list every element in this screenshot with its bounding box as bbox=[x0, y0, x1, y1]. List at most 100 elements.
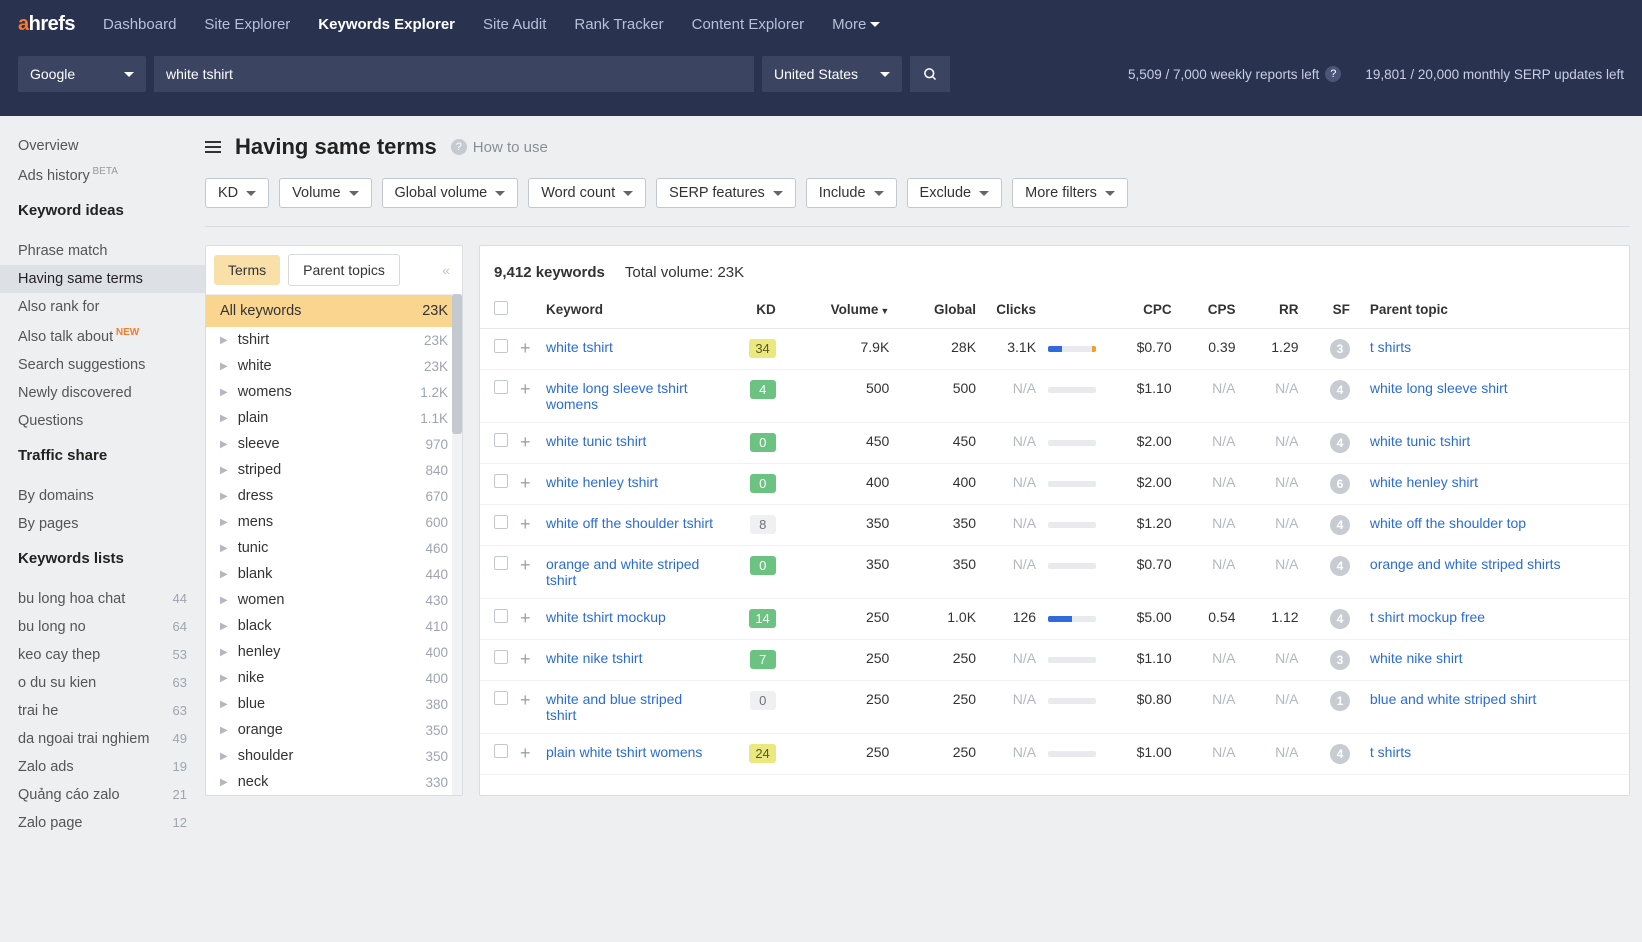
add-icon[interactable]: + bbox=[520, 649, 531, 669]
term-row[interactable]: ▶striped840 bbox=[206, 457, 462, 483]
add-icon[interactable]: + bbox=[520, 555, 531, 575]
filter-include[interactable]: Include bbox=[806, 178, 897, 208]
keyword-link[interactable]: white and blue striped tshirt bbox=[546, 691, 682, 723]
row-checkbox[interactable] bbox=[494, 691, 508, 705]
nav-rank-tracker[interactable]: Rank Tracker bbox=[574, 16, 663, 33]
term-row[interactable]: ▶nike400 bbox=[206, 665, 462, 691]
nav-more[interactable]: More bbox=[832, 16, 880, 33]
term-row[interactable]: ▶shoulder350 bbox=[206, 743, 462, 769]
col-parent-topic[interactable]: Parent topic bbox=[1356, 291, 1629, 329]
term-row[interactable]: ▶tunic460 bbox=[206, 535, 462, 561]
parent-topic-link[interactable]: white off the shoulder top bbox=[1370, 515, 1526, 531]
search-engine-select[interactable]: Google bbox=[18, 56, 146, 92]
sidebar-item-bu-long-hoa-chat[interactable]: bu long hoa chat44 bbox=[0, 585, 205, 613]
term-row[interactable]: ▶sleeve970 bbox=[206, 431, 462, 457]
parent-topic-link[interactable]: t shirt mockup free bbox=[1370, 609, 1485, 625]
sidebar-item-trai-he[interactable]: trai he63 bbox=[0, 697, 205, 725]
add-icon[interactable]: + bbox=[520, 514, 531, 534]
select-all-checkbox[interactable] bbox=[494, 301, 508, 315]
sidebar-item-newly-discovered[interactable]: Newly discovered bbox=[0, 379, 205, 407]
row-checkbox[interactable] bbox=[494, 380, 508, 394]
nav-dashboard[interactable]: Dashboard bbox=[103, 16, 176, 33]
keyword-link[interactable]: white off the shoulder tshirt bbox=[546, 515, 713, 531]
keyword-link[interactable]: white long sleeve tshirt womens bbox=[546, 380, 688, 412]
row-checkbox[interactable] bbox=[494, 433, 508, 447]
sidebar-item-also-talk-about[interactable]: Also talk about NEW bbox=[0, 321, 205, 351]
keyword-link[interactable]: white nike tshirt bbox=[546, 650, 642, 666]
term-row[interactable]: ▶orange350 bbox=[206, 717, 462, 743]
sidebar-item-o-du-su-kien[interactable]: o du su kien63 bbox=[0, 669, 205, 697]
add-icon[interactable]: + bbox=[520, 743, 531, 763]
col-volume[interactable]: Volume▼ bbox=[782, 291, 896, 329]
keyword-link[interactable]: orange and white striped tshirt bbox=[546, 556, 699, 588]
keyword-link[interactable]: white henley tshirt bbox=[546, 474, 658, 490]
row-checkbox[interactable] bbox=[494, 744, 508, 758]
term-row[interactable]: ▶womens1.2K bbox=[206, 379, 462, 405]
sidebar-item-da-ngoai-trai-nghiem[interactable]: da ngoai trai nghiem49 bbox=[0, 725, 205, 753]
row-checkbox[interactable] bbox=[494, 609, 508, 623]
add-icon[interactable]: + bbox=[520, 432, 531, 452]
sidebar-item-keo-cay-thep[interactable]: keo cay thep53 bbox=[0, 641, 205, 669]
tab-parent-topics[interactable]: Parent topics bbox=[288, 254, 400, 286]
col-cps[interactable]: CPS bbox=[1178, 291, 1242, 329]
terms-scrollbar[interactable] bbox=[452, 294, 462, 795]
sidebar-item-zalo-page[interactable]: Zalo page12 bbox=[0, 809, 205, 837]
add-icon[interactable]: + bbox=[520, 473, 531, 493]
filter-exclude[interactable]: Exclude bbox=[907, 178, 1003, 208]
sidebar-item-ads-history[interactable]: Ads history BETA bbox=[0, 160, 205, 190]
parent-topic-link[interactable]: white tunic tshirt bbox=[1370, 433, 1470, 449]
col-global[interactable]: Global bbox=[895, 291, 982, 329]
sidebar-item-having-same-terms[interactable]: Having same terms bbox=[0, 265, 205, 293]
term-row[interactable]: ▶black410 bbox=[206, 613, 462, 639]
parent-topic-link[interactable]: blue and white striped shirt bbox=[1370, 691, 1537, 707]
col-keyword[interactable]: Keyword bbox=[540, 291, 720, 329]
term-row[interactable]: ▶neck330 bbox=[206, 769, 462, 795]
term-row[interactable]: ▶tshirt23K bbox=[206, 327, 462, 353]
parent-topic-link[interactable]: white long sleeve shirt bbox=[1370, 380, 1508, 396]
how-to-use-link[interactable]: ? How to use bbox=[451, 139, 548, 156]
parent-topic-link[interactable]: t shirts bbox=[1370, 339, 1411, 355]
sidebar-item-search-suggestions[interactable]: Search suggestions bbox=[0, 351, 205, 379]
term-row[interactable]: ▶women430 bbox=[206, 587, 462, 613]
row-checkbox[interactable] bbox=[494, 556, 508, 570]
sidebar-item-zalo-ads[interactable]: Zalo ads19 bbox=[0, 753, 205, 781]
sidebar-item-phrase-match[interactable]: Phrase match bbox=[0, 237, 205, 265]
keyword-link[interactable]: white tshirt mockup bbox=[546, 609, 666, 625]
add-icon[interactable]: + bbox=[520, 379, 531, 399]
all-keywords-row[interactable]: All keywords 23K bbox=[206, 295, 462, 327]
filter-more-filters[interactable]: More filters bbox=[1012, 178, 1128, 208]
parent-topic-link[interactable]: white nike shirt bbox=[1370, 650, 1463, 666]
term-row[interactable]: ▶henley400 bbox=[206, 639, 462, 665]
nav-site-explorer[interactable]: Site Explorer bbox=[204, 16, 290, 33]
sidebar-item-also-rank-for[interactable]: Also rank for bbox=[0, 293, 205, 321]
term-row[interactable]: ▶plain1.1K bbox=[206, 405, 462, 431]
term-row[interactable]: ▶blank440 bbox=[206, 561, 462, 587]
term-row[interactable]: ▶dress670 bbox=[206, 483, 462, 509]
col-cpc[interactable]: CPC bbox=[1102, 291, 1178, 329]
add-icon[interactable]: + bbox=[520, 608, 531, 628]
filter-serp-features[interactable]: SERP features bbox=[656, 178, 796, 208]
col-clicks[interactable]: Clicks bbox=[982, 291, 1042, 329]
filter-word-count[interactable]: Word count bbox=[528, 178, 646, 208]
col-rr[interactable]: RR bbox=[1241, 291, 1304, 329]
keyword-link[interactable]: plain white tshirt womens bbox=[546, 744, 702, 760]
add-icon[interactable]: + bbox=[520, 690, 531, 710]
col-sf[interactable]: SF bbox=[1305, 291, 1356, 329]
keyword-link[interactable]: white tunic tshirt bbox=[546, 433, 646, 449]
sidebar-item-by-pages[interactable]: By pages bbox=[0, 510, 205, 538]
nav-site-audit[interactable]: Site Audit bbox=[483, 16, 546, 33]
add-icon[interactable]: + bbox=[520, 338, 531, 358]
row-checkbox[interactable] bbox=[494, 339, 508, 353]
filter-volume[interactable]: Volume bbox=[279, 178, 371, 208]
col-kd[interactable]: KD bbox=[720, 291, 782, 329]
row-checkbox[interactable] bbox=[494, 650, 508, 664]
parent-topic-link[interactable]: t shirts bbox=[1370, 744, 1411, 760]
sidebar-item-quảng-cáo-zalo[interactable]: Quảng cáo zalo21 bbox=[0, 781, 205, 809]
parent-topic-link[interactable]: white henley shirt bbox=[1370, 474, 1478, 490]
term-row[interactable]: ▶blue380 bbox=[206, 691, 462, 717]
keyword-input[interactable] bbox=[154, 56, 754, 92]
collapse-icon[interactable]: « bbox=[442, 262, 454, 278]
keyword-link[interactable]: white tshirt bbox=[546, 339, 613, 355]
term-row[interactable]: ▶mens600 bbox=[206, 509, 462, 535]
logo[interactable]: ahrefs bbox=[18, 13, 75, 36]
